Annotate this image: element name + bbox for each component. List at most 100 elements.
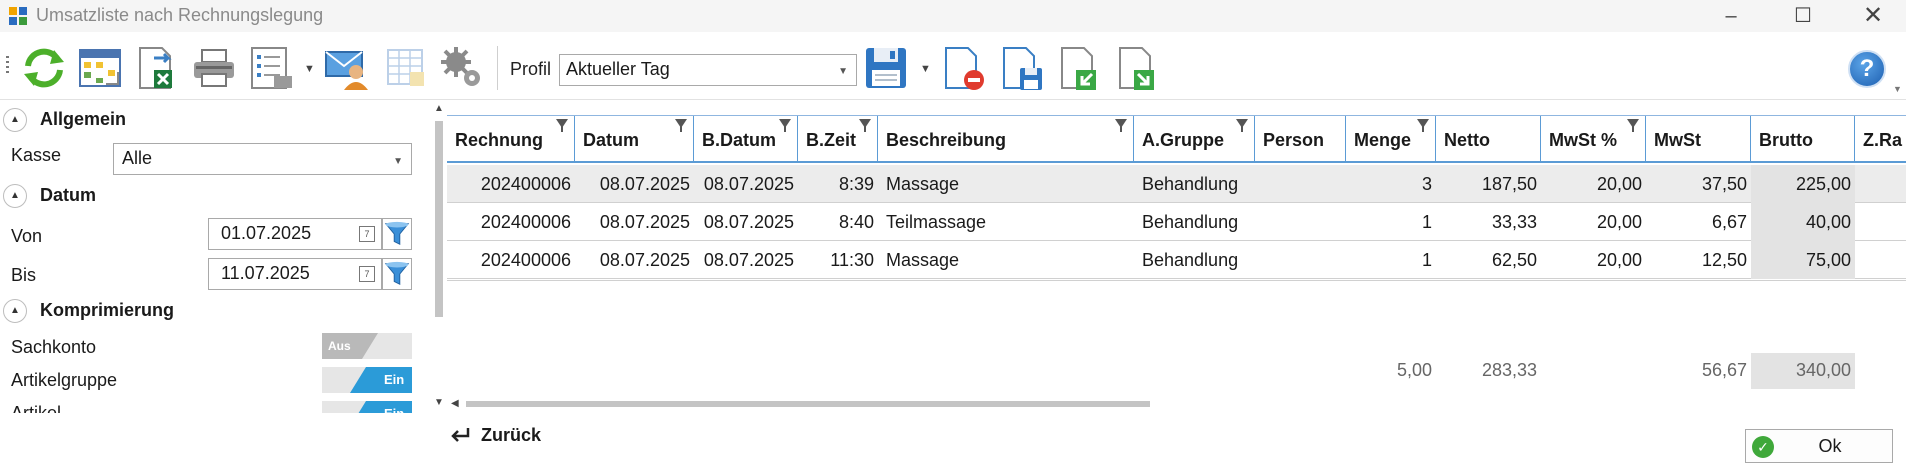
column-header-datum[interactable]: Datum bbox=[575, 116, 694, 163]
refresh-icon[interactable] bbox=[20, 44, 68, 92]
section-allgemein[interactable]: ▲ Allgemein bbox=[0, 103, 430, 137]
profile-select-value: Aktueller Tag bbox=[566, 59, 670, 79]
sachkonto-label: Sachkonto bbox=[11, 337, 97, 357]
cell-rechnung: 202400006 bbox=[480, 212, 571, 232]
column-header-person[interactable]: Person bbox=[1255, 116, 1346, 163]
chevron-up-icon[interactable]: ▲ bbox=[3, 108, 27, 132]
cell-mwst: 12,50 bbox=[1701, 250, 1747, 270]
help-icon[interactable]: ? bbox=[1848, 50, 1886, 88]
scrollbar-thumb[interactable] bbox=[435, 121, 443, 317]
email-user-icon[interactable] bbox=[324, 44, 372, 92]
artikelgruppe-toggle[interactable]: Ein bbox=[322, 367, 412, 393]
cell-person bbox=[1255, 165, 1346, 203]
cell-menge: 1 bbox=[1421, 250, 1432, 270]
bis-filter-button[interactable] bbox=[382, 258, 412, 290]
cell-beschreibung: Massage bbox=[886, 174, 960, 194]
column-header-zrabatt[interactable]: Z.Ra bbox=[1855, 116, 1906, 163]
von-label: Von bbox=[11, 226, 43, 246]
chevron-up-icon[interactable]: ▲ bbox=[3, 299, 27, 323]
table-row[interactable]: 202400006 08.07.2025 08.07.2025 8:39 Mas… bbox=[447, 165, 1906, 203]
excel-export-icon[interactable] bbox=[132, 44, 180, 92]
cell-datum: 08.07.2025 bbox=[599, 212, 690, 232]
cell-brutto: 75,00 bbox=[1751, 241, 1855, 279]
report-dropdown-arrow-icon[interactable]: ▼ bbox=[304, 64, 316, 75]
printer-icon[interactable] bbox=[190, 44, 238, 92]
von-date-value: 01.07.2025 bbox=[221, 223, 312, 243]
close-icon[interactable]: ✕ bbox=[1838, 0, 1906, 32]
section-title: Datum bbox=[40, 185, 97, 205]
column-header-beschreibung[interactable]: Beschreibung bbox=[878, 116, 1134, 163]
cell-beschreibung: Massage bbox=[886, 250, 960, 270]
section-title: Komprimierung bbox=[40, 300, 175, 320]
svg-text:Ein: Ein bbox=[384, 406, 404, 413]
cell-netto: 33,33 bbox=[1491, 212, 1537, 232]
artikel-label: Artikel bbox=[11, 403, 62, 413]
profile-select[interactable]: Aktueller Tag ▼ bbox=[559, 54, 857, 86]
grid-header: Rechnung Datum B.Datum B.Zeit Beschreibu… bbox=[447, 116, 1906, 163]
filter-icon[interactable] bbox=[859, 119, 871, 132]
toolbar-grip[interactable] bbox=[6, 56, 9, 76]
filter-icon[interactable] bbox=[1417, 119, 1429, 132]
table-row[interactable]: 202400006 08.07.2025 08.07.2025 11:30 Ma… bbox=[447, 241, 1906, 279]
filter-icon[interactable] bbox=[779, 119, 791, 132]
column-header-netto[interactable]: Netto bbox=[1436, 116, 1541, 163]
sachkonto-toggle[interactable]: Aus bbox=[322, 333, 412, 359]
row-divider bbox=[447, 280, 1906, 281]
column-header-agruppe[interactable]: A.Gruppe bbox=[1134, 116, 1255, 163]
bis-date-input[interactable]: 11.07.2025 7 bbox=[208, 258, 382, 290]
ok-button[interactable]: ✓ Ok bbox=[1745, 429, 1893, 463]
column-header-bdatum[interactable]: B.Datum bbox=[694, 116, 798, 163]
filter-icon[interactable] bbox=[556, 119, 568, 132]
funnel-icon bbox=[384, 221, 410, 246]
settings-gears-icon[interactable] bbox=[438, 44, 486, 92]
bis-label: Bis bbox=[11, 265, 37, 285]
scroll-left-icon[interactable]: ◀ bbox=[451, 398, 459, 409]
calendar-icon[interactable]: 7 bbox=[359, 226, 375, 242]
column-header-mwst[interactable]: MwSt bbox=[1646, 116, 1751, 163]
cell-brutto: 40,00 bbox=[1751, 203, 1855, 241]
cell-datum: 08.07.2025 bbox=[599, 250, 690, 270]
chevron-up-icon[interactable]: ▲ bbox=[3, 184, 27, 208]
save-icon[interactable] bbox=[862, 44, 910, 92]
von-filter-button[interactable] bbox=[382, 218, 412, 250]
delete-profile-icon[interactable] bbox=[940, 44, 988, 92]
filter-icon[interactable] bbox=[1627, 119, 1639, 132]
save-profile-icon[interactable] bbox=[998, 44, 1046, 92]
maximize-icon[interactable]: ☐ bbox=[1768, 0, 1838, 32]
bis-date-value: 11.07.2025 bbox=[221, 263, 310, 283]
column-header-rechnung[interactable]: Rechnung bbox=[447, 116, 575, 163]
cell-mwst-prozent: 20,00 bbox=[1596, 250, 1642, 270]
column-header-brutto[interactable]: Brutto bbox=[1751, 116, 1855, 163]
column-header-bzeit[interactable]: B.Zeit bbox=[798, 116, 878, 163]
export-profile-icon[interactable] bbox=[1114, 44, 1162, 92]
column-header-menge[interactable]: Menge bbox=[1346, 116, 1436, 163]
filter-icon[interactable] bbox=[1236, 119, 1248, 132]
column-header-mwst-prozent[interactable]: MwSt % bbox=[1541, 116, 1646, 163]
kasse-select[interactable]: Alle ▼ bbox=[113, 143, 412, 175]
cell-menge: 1 bbox=[1421, 212, 1432, 232]
chevron-down-icon: ▼ bbox=[393, 156, 403, 167]
scroll-up-icon[interactable]: ▲ bbox=[434, 103, 444, 114]
save-dropdown-arrow-icon[interactable]: ▼ bbox=[920, 64, 932, 75]
sum-menge: 5,00 bbox=[1396, 360, 1432, 380]
filter-icon[interactable] bbox=[675, 119, 687, 132]
svg-text:Aus: Aus bbox=[328, 339, 351, 353]
cell-bzeit: 11:30 bbox=[830, 250, 874, 270]
grid-horizontal-scrollbar[interactable]: ◀ bbox=[447, 397, 1906, 411]
scrollbar-thumb[interactable] bbox=[466, 401, 1150, 407]
artikel-toggle[interactable]: Ein bbox=[322, 401, 412, 413]
calendar-grid-icon[interactable] bbox=[76, 44, 124, 92]
filter-icon[interactable] bbox=[1115, 119, 1127, 132]
import-profile-icon[interactable] bbox=[1056, 44, 1104, 92]
calendar-icon[interactable]: 7 bbox=[359, 266, 375, 282]
table-icon[interactable] bbox=[382, 44, 430, 92]
section-komprimierung[interactable]: ▲ Komprimierung bbox=[0, 294, 430, 328]
report-list-icon[interactable] bbox=[248, 44, 296, 92]
scroll-down-icon[interactable]: ▼ bbox=[434, 397, 444, 408]
table-row[interactable]: 202400006 08.07.2025 08.07.2025 8:40 Tei… bbox=[447, 203, 1906, 241]
section-datum[interactable]: ▲ Datum bbox=[0, 179, 430, 213]
toolbar-overflow-icon[interactable]: ▼ bbox=[1893, 84, 1902, 94]
filter-panel-scrollbar[interactable]: ▲ ▼ bbox=[432, 101, 446, 413]
minimize-icon[interactable]: – bbox=[1696, 0, 1766, 32]
von-date-input[interactable]: 01.07.2025 7 bbox=[208, 218, 382, 250]
